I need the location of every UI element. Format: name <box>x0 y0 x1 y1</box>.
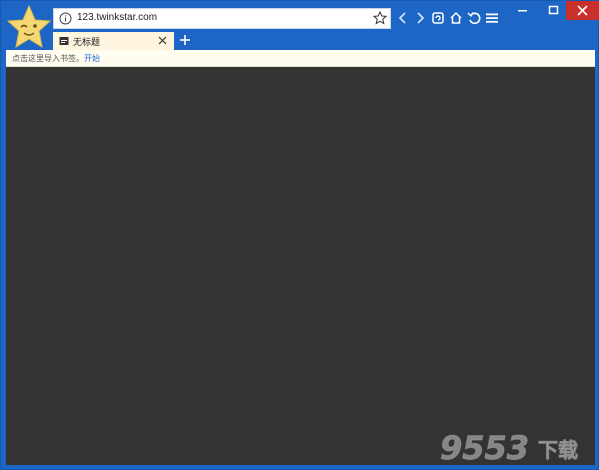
tab-untitled[interactable]: 无标题 <box>53 32 174 50</box>
back-icon[interactable] <box>396 11 410 25</box>
watermark-suffix: 下载 <box>538 438 578 462</box>
bookmark-bar: 点击这里导入书签。 开始 <box>6 50 595 67</box>
undo-icon[interactable] <box>467 11 481 25</box>
close-window-icon <box>577 5 588 16</box>
address-bar[interactable]: 123.twinkstar.com <box>53 8 391 29</box>
close-button[interactable] <box>566 1 599 20</box>
tab-strip: 无标题 <box>53 32 573 50</box>
new-tab-icon[interactable] <box>179 34 191 46</box>
maximize-icon <box>548 5 559 15</box>
twinkstar-logo-icon[interactable] <box>7 5 51 49</box>
maximize-button[interactable] <box>538 1 569 20</box>
page-icon <box>59 37 69 45</box>
home-icon[interactable] <box>449 11 463 25</box>
start-import-link[interactable]: 开始 <box>84 53 100 64</box>
tab-title: 无标题 <box>73 38 101 48</box>
watermark-number: 9553 <box>440 429 529 465</box>
site-watermark: 9553 下载 <box>440 429 578 465</box>
info-icon[interactable] <box>59 12 72 25</box>
minimize-icon <box>518 10 527 12</box>
url-text[interactable]: 123.twinkstar.com <box>77 12 157 23</box>
import-bookmarks-hint: 点击这里导入书签。 <box>12 54 84 63</box>
minimize-button[interactable] <box>507 1 538 20</box>
bookmark-star-icon[interactable] <box>373 11 387 25</box>
refresh-icon[interactable] <box>431 11 445 25</box>
browser-window: 123.twinkstar.com 无标题 点击这里导入书签。 开始 9553 … <box>0 0 599 470</box>
page-content-area[interactable] <box>6 67 595 465</box>
close-tab-icon[interactable] <box>158 36 167 45</box>
menu-icon[interactable] <box>485 11 499 25</box>
forward-icon[interactable] <box>413 11 427 25</box>
